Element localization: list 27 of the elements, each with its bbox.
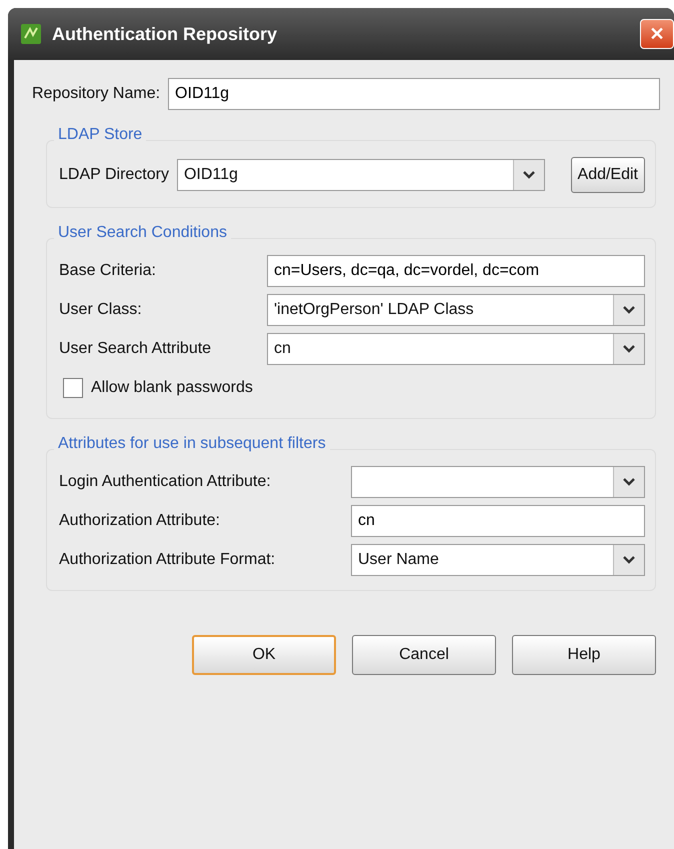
- checkbox-label: Allow blank passwords: [91, 379, 253, 397]
- group-title: LDAP Store: [54, 126, 146, 144]
- field-label: Base Criteria:: [59, 262, 157, 280]
- dialog-button[interactable]: Help: [512, 635, 656, 675]
- field-label: Authorization Attribute Format:: [59, 551, 276, 569]
- field-label: Login Authentication Attribute:: [59, 473, 272, 491]
- group-title: Attributes for use in subsequent filters: [54, 435, 330, 453]
- dropdown-field[interactable]: User Name: [351, 544, 645, 576]
- field-label: User Class:: [59, 301, 143, 319]
- dropdown-field[interactable]: 'inetOrgPerson' LDAP Class: [267, 294, 645, 326]
- dropdown-field[interactable]: cn: [267, 333, 645, 365]
- field-label: Repository Name:: [32, 85, 160, 103]
- dialog-button[interactable]: Cancel: [352, 635, 496, 675]
- add-edit-button[interactable]: Add/Edit: [570, 157, 645, 193]
- group-title: User Search Conditions: [54, 224, 231, 242]
- input-field[interactable]: cn: [351, 505, 645, 537]
- input-field[interactable]: cn=Users, dc=qa, dc=vordel, dc=com: [267, 255, 645, 287]
- dialog-button[interactable]: OK: [192, 635, 336, 675]
- field-label: LDAP Directory: [59, 166, 169, 184]
- input-field[interactable]: OID11g: [168, 78, 660, 110]
- field-label: User Search Attribute: [59, 340, 212, 358]
- dropdown-field[interactable]: [351, 466, 645, 498]
- app-icon: [20, 23, 42, 45]
- field-label: Authorization Attribute:: [59, 512, 221, 530]
- window-title: Authentication Repository: [52, 24, 278, 44]
- checkbox[interactable]: [63, 378, 83, 398]
- dropdown-field[interactable]: OID11g: [176, 159, 545, 191]
